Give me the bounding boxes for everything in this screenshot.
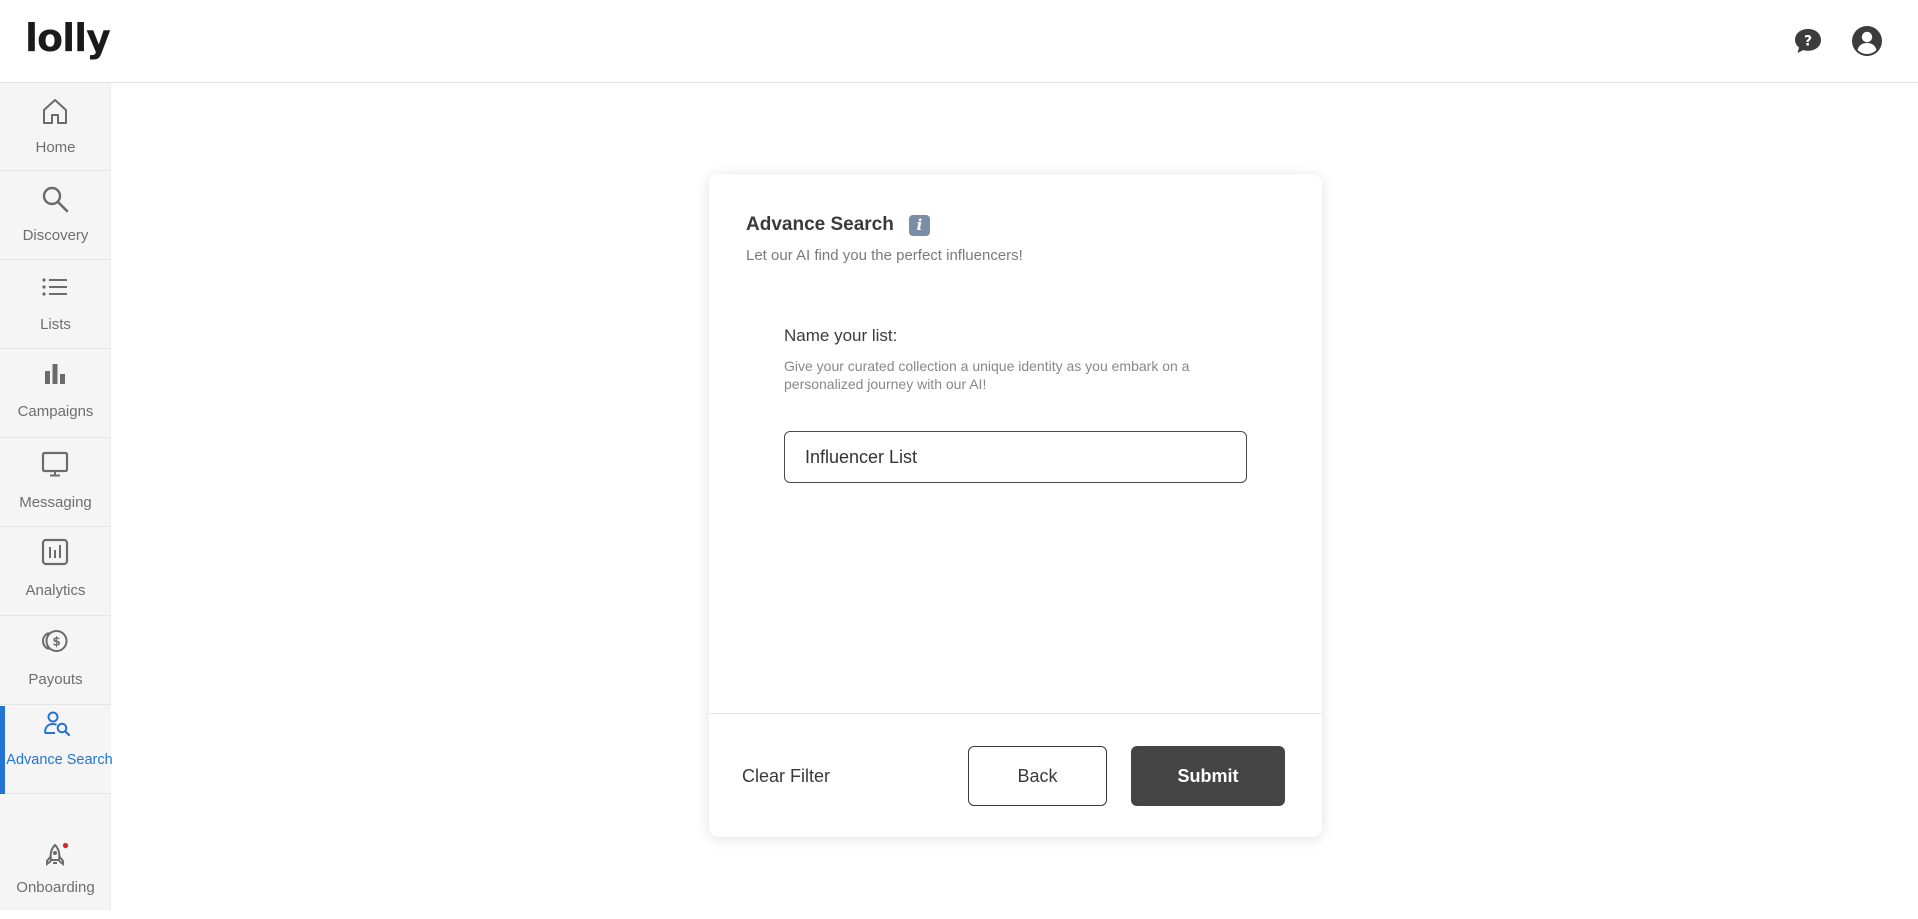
card-subtitle: Let our AI find you the perfect influenc…	[746, 247, 1023, 264]
user-search-icon	[42, 709, 72, 739]
list-name-help-text: Give your curated collection a unique id…	[784, 358, 1190, 392]
bar-chart-icon	[40, 359, 70, 389]
footer-divider	[709, 713, 1322, 714]
help-chat-icon[interactable]: ?	[1791, 24, 1825, 58]
sidebar-item-label: Analytics	[25, 582, 86, 599]
sidebar: Home Discovery Lists Campaigns Messaging	[0, 83, 113, 910]
home-icon	[40, 96, 70, 126]
sidebar-item-discovery[interactable]: Discovery	[0, 172, 111, 260]
sidebar-item-onboarding[interactable]: Onboarding	[0, 831, 111, 919]
sidebar-item-label: Messaging	[19, 494, 92, 511]
list-name-label: Name your list:	[784, 326, 898, 345]
sidebar-item-label: Payouts	[28, 671, 83, 688]
user-account-icon[interactable]	[1850, 24, 1884, 58]
card-title: Advance Search	[746, 214, 894, 235]
submit-button[interactable]: Submit	[1131, 746, 1285, 806]
active-indicator	[0, 706, 5, 794]
sidebar-item-messaging[interactable]: Messaging	[0, 439, 111, 527]
monitor-icon	[40, 449, 70, 479]
sidebar-item-label: Onboarding	[16, 879, 95, 896]
info-icon[interactable]: i	[909, 215, 930, 236]
svg-text:?: ?	[1804, 34, 1812, 50]
search-icon	[40, 184, 70, 214]
back-button[interactable]: Back	[968, 746, 1107, 806]
sidebar-item-campaigns[interactable]: Campaigns	[0, 350, 111, 438]
sidebar-item-label: Home	[35, 139, 76, 156]
sidebar-item-home[interactable]: Home	[0, 83, 111, 171]
sidebar-item-label: Lists	[40, 316, 71, 333]
svg-text:$: $	[52, 635, 60, 649]
list-icon	[40, 273, 70, 303]
sidebar-item-payouts[interactable]: $ Payouts	[0, 617, 111, 705]
advance-search-card: Advance Search i Let our AI find you the…	[709, 174, 1322, 837]
rocket-icon	[40, 841, 70, 871]
analytics-icon	[40, 537, 70, 567]
clear-filter-button[interactable]: Clear Filter	[742, 766, 830, 787]
sidebar-item-advance-search[interactable]: Advance Search	[0, 706, 113, 794]
list-name-input[interactable]	[784, 431, 1247, 483]
coins-icon: $	[40, 626, 70, 656]
top-bar: lolly ?	[0, 0, 1918, 83]
sidebar-item-analytics[interactable]: Analytics	[0, 528, 111, 616]
app-logo[interactable]: lolly	[25, 16, 111, 60]
sidebar-item-label: Advance Search	[6, 752, 113, 768]
sidebar-item-label: Discovery	[22, 227, 89, 244]
sidebar-item-label: Campaigns	[17, 403, 94, 420]
sidebar-item-lists[interactable]: Lists	[0, 261, 111, 349]
